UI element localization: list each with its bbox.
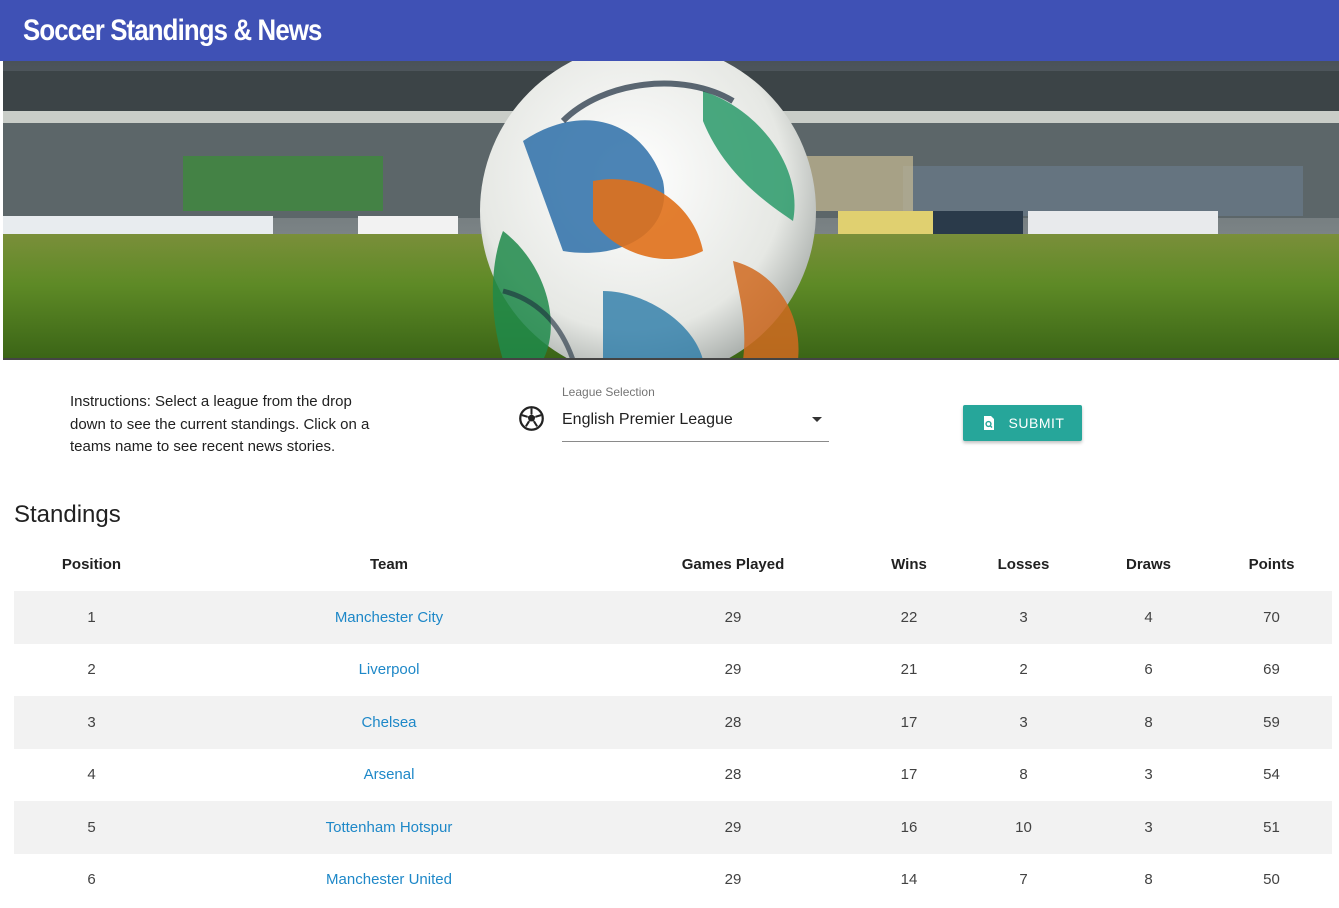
cell-wins: 21 bbox=[857, 643, 961, 696]
cell-draws: 3 bbox=[1086, 748, 1211, 801]
cell-position: 4 bbox=[14, 748, 169, 801]
team-link[interactable]: Manchester City bbox=[335, 609, 443, 626]
column-header-position: Position bbox=[61, 556, 122, 573]
table-row: 1 Manchester City 29 22 3 4 70 bbox=[14, 591, 1332, 644]
app-title: Soccer Standings & News bbox=[23, 13, 322, 47]
standings-table-container: Position Team Games Played Wins Losses D… bbox=[14, 538, 1332, 906]
cell-draws: 8 bbox=[1086, 853, 1211, 906]
standings-heading: Standings bbox=[14, 501, 121, 528]
hero-banner bbox=[3, 61, 1339, 360]
table-row: 4 Arsenal 28 17 8 3 54 bbox=[14, 748, 1332, 801]
cell-points: 69 bbox=[1211, 643, 1332, 696]
cell-team: Arsenal bbox=[169, 748, 609, 801]
league-select[interactable]: English Premier League bbox=[562, 405, 829, 442]
cell-team: Manchester United bbox=[169, 853, 609, 906]
team-link[interactable]: Chelsea bbox=[361, 714, 416, 731]
soccer-ball-icon bbox=[519, 406, 544, 431]
cell-draws: 8 bbox=[1086, 696, 1211, 749]
cell-losses: 3 bbox=[961, 591, 1086, 644]
cell-points: 70 bbox=[1211, 591, 1332, 644]
cell-team: Manchester City bbox=[169, 591, 609, 644]
controls-section: Instructions: Select a league from the d… bbox=[0, 361, 1339, 481]
cell-wins: 17 bbox=[857, 696, 961, 749]
cell-team: Chelsea bbox=[169, 696, 609, 749]
table-row: 2 Liverpool 29 21 2 6 69 bbox=[14, 643, 1332, 696]
column-header-wins: Wins bbox=[891, 556, 927, 573]
cell-position: 6 bbox=[14, 853, 169, 906]
cell-losses: 3 bbox=[961, 696, 1086, 749]
cell-wins: 14 bbox=[857, 853, 961, 906]
table-row: 3 Chelsea 28 17 3 8 59 bbox=[14, 696, 1332, 749]
cell-points: 59 bbox=[1211, 696, 1332, 749]
search-document-icon bbox=[983, 416, 994, 430]
team-link[interactable]: Manchester United bbox=[326, 871, 452, 888]
instructions-text: Instructions: Select a league from the d… bbox=[70, 393, 370, 455]
soccer-ball-stadium-image bbox=[3, 61, 1339, 358]
cell-position: 3 bbox=[14, 696, 169, 749]
cell-points: 54 bbox=[1211, 748, 1332, 801]
submit-button[interactable]: SUBMIT bbox=[963, 405, 1082, 441]
cell-games-played: 28 bbox=[609, 696, 857, 749]
cell-games-played: 29 bbox=[609, 591, 857, 644]
cell-games-played: 29 bbox=[609, 801, 857, 854]
table-header-row: Position Team Games Played Wins Losses D… bbox=[14, 538, 1332, 591]
cell-position: 5 bbox=[14, 801, 169, 854]
team-link[interactable]: Liverpool bbox=[359, 661, 420, 678]
league-select-value: English Premier League bbox=[562, 411, 733, 428]
cell-games-played: 28 bbox=[609, 748, 857, 801]
dropdown-arrow-icon bbox=[812, 417, 822, 422]
cell-position: 2 bbox=[14, 643, 169, 696]
app-bar: Soccer Standings & News bbox=[0, 0, 1339, 61]
cell-losses: 2 bbox=[961, 643, 1086, 696]
cell-team: Tottenham Hotspur bbox=[169, 801, 609, 854]
cell-losses: 7 bbox=[961, 853, 1086, 906]
cell-team: Liverpool bbox=[169, 643, 609, 696]
cell-draws: 6 bbox=[1086, 643, 1211, 696]
cell-wins: 16 bbox=[857, 801, 961, 854]
cell-games-played: 29 bbox=[609, 853, 857, 906]
team-link[interactable]: Arsenal bbox=[364, 766, 415, 783]
cell-position: 1 bbox=[14, 591, 169, 644]
cell-games-played: 29 bbox=[609, 643, 857, 696]
standings-table: Position Team Games Played Wins Losses D… bbox=[14, 538, 1332, 906]
cell-wins: 17 bbox=[857, 748, 961, 801]
cell-draws: 3 bbox=[1086, 801, 1211, 854]
column-header-points: Points bbox=[1248, 556, 1295, 573]
table-row: 5 Tottenham Hotspur 29 16 10 3 51 bbox=[14, 801, 1332, 854]
cell-losses: 8 bbox=[961, 748, 1086, 801]
cell-points: 51 bbox=[1211, 801, 1332, 854]
table-row: 6 Manchester United 29 14 7 8 50 bbox=[14, 853, 1332, 906]
cell-draws: 4 bbox=[1086, 591, 1211, 644]
cell-points: 50 bbox=[1211, 853, 1332, 906]
team-link[interactable]: Tottenham Hotspur bbox=[326, 819, 453, 836]
column-header-games-played: Games Played bbox=[681, 556, 785, 573]
league-selection-label: League Selection bbox=[562, 385, 655, 399]
cell-losses: 10 bbox=[961, 801, 1086, 854]
column-header-draws: Draws bbox=[1125, 556, 1172, 573]
column-header-team: Team bbox=[369, 556, 409, 573]
cell-wins: 22 bbox=[857, 591, 961, 644]
submit-button-label: SUBMIT bbox=[1008, 415, 1065, 431]
column-header-losses: Losses bbox=[997, 556, 1050, 573]
